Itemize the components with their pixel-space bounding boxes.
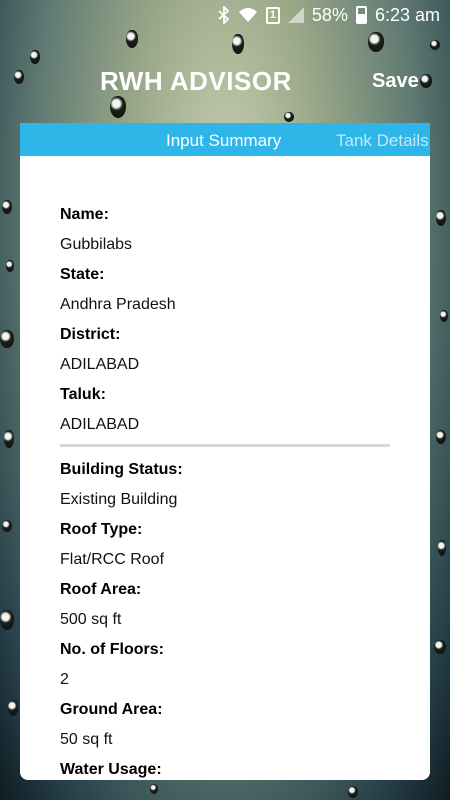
raindrop xyxy=(126,30,138,48)
battery-percentage: 58% xyxy=(311,4,348,25)
raindrop xyxy=(436,430,446,444)
sim-icon: 1 xyxy=(265,6,280,24)
raindrop xyxy=(438,540,446,556)
floors-label: No. of Floors: xyxy=(60,641,164,658)
floors-value: 2 xyxy=(60,671,69,688)
name-label: Name: xyxy=(60,206,109,223)
ground-area-label: Ground Area: xyxy=(60,701,163,718)
raindrop xyxy=(2,520,12,532)
raindrop xyxy=(430,40,440,50)
status-bar: 1 58% 6:23 am xyxy=(0,0,450,30)
raindrop xyxy=(8,700,18,716)
raindrop xyxy=(232,34,244,54)
summary-card: Input Summary Tank Details Name: Gubbila… xyxy=(20,123,430,780)
raindrop xyxy=(348,786,358,798)
roof-type-value: Flat/RCC Roof xyxy=(60,551,165,568)
tab-input-summary[interactable]: Input Summary xyxy=(166,131,281,151)
app-bar: RWH ADVISOR Save xyxy=(0,60,450,104)
roof-area-value: 500 sq ft xyxy=(60,611,122,628)
taluk-label: Taluk: xyxy=(60,386,106,403)
battery-icon xyxy=(355,6,367,24)
raindrop xyxy=(150,784,158,794)
raindrop xyxy=(284,112,294,122)
bluetooth-icon xyxy=(218,6,230,24)
raindrop xyxy=(6,260,14,272)
ground-area-value: 50 sq ft xyxy=(60,731,113,748)
raindrop xyxy=(4,430,14,448)
summary-content: Name: Gubbilabs State: Andhra Pradesh Di… xyxy=(20,156,430,780)
app-title: RWH ADVISOR xyxy=(100,66,292,96)
name-value: Gubbilabs xyxy=(60,236,133,253)
taluk-value: ADILABAD xyxy=(60,416,140,433)
tab-tank-details[interactable]: Tank Details xyxy=(336,131,429,151)
raindrop xyxy=(440,310,448,322)
raindrop xyxy=(368,32,384,52)
section-divider xyxy=(60,444,390,447)
district-value: ADILABAD xyxy=(60,356,140,373)
roof-type-label: Roof Type: xyxy=(60,521,143,538)
state-value: Andhra Pradesh xyxy=(60,296,176,313)
signal-icon xyxy=(287,7,304,23)
roof-area-label: Roof Area: xyxy=(60,581,142,598)
building-status-label: Building Status: xyxy=(60,461,183,478)
wifi-icon xyxy=(238,7,258,23)
district-label: District: xyxy=(60,326,121,343)
raindrop xyxy=(434,640,446,654)
raindrop xyxy=(436,210,446,226)
save-button[interactable]: Save xyxy=(372,70,419,93)
raindrop xyxy=(0,330,14,348)
water-usage-label: Water Usage: xyxy=(60,761,162,778)
raindrop xyxy=(2,200,12,214)
tab-bar: Input Summary Tank Details xyxy=(20,123,430,156)
clock: 6:23 am xyxy=(374,4,440,25)
state-label: State: xyxy=(60,266,105,283)
raindrop xyxy=(0,610,14,630)
building-status-value: Existing Building xyxy=(60,491,178,508)
